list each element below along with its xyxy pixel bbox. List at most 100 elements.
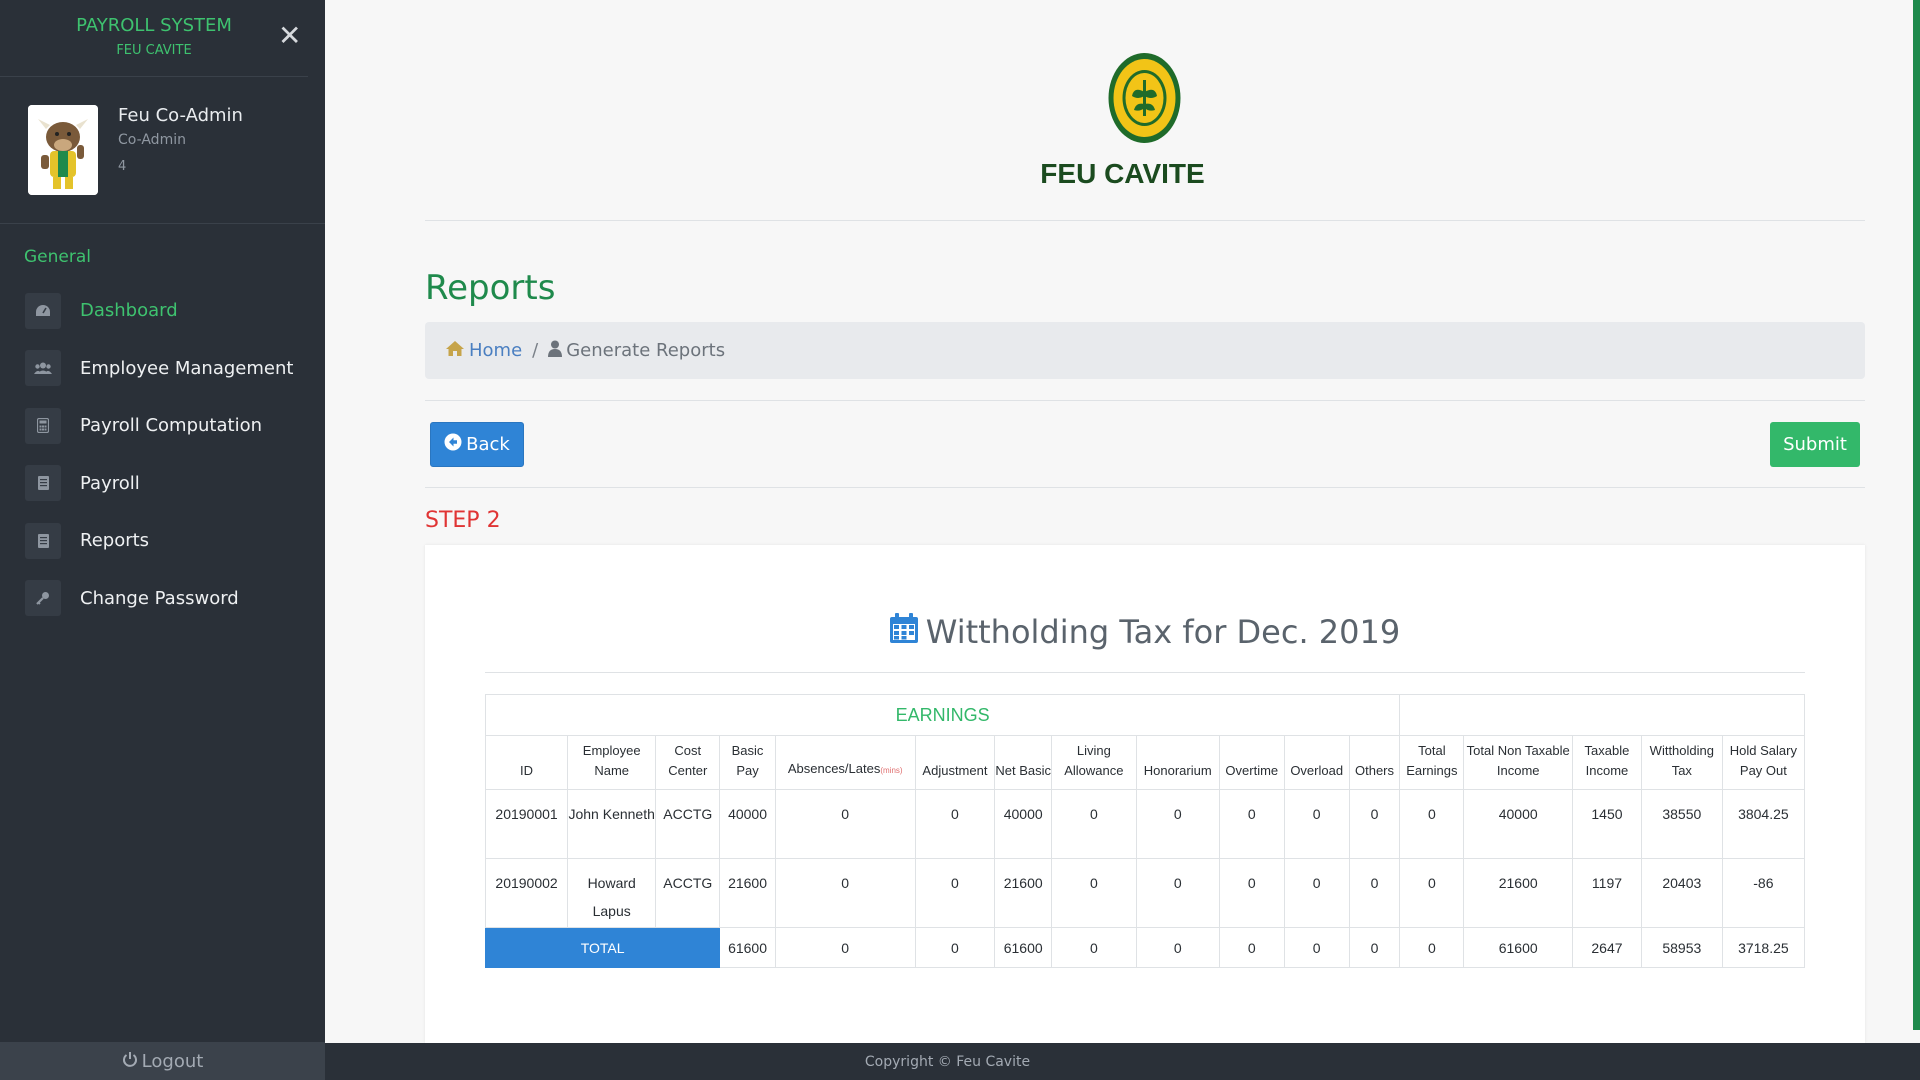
divider bbox=[425, 487, 1865, 488]
column-header: Overload bbox=[1283, 735, 1350, 790]
total-cell: 0 bbox=[1348, 927, 1401, 968]
column-header: Total Non Taxable Income bbox=[1463, 735, 1574, 790]
key-icon bbox=[25, 580, 61, 617]
column-header: Hold Salary Pay Out bbox=[1721, 735, 1806, 790]
table-cell: 0 bbox=[774, 789, 916, 859]
table-cell: 20403 bbox=[1640, 858, 1723, 928]
table-header-row: ID Employee Name Cost Center Basic Pay A… bbox=[484, 735, 1806, 790]
table-cell: 21600 bbox=[994, 858, 1053, 928]
column-header: Overtime bbox=[1218, 735, 1285, 790]
sidebar-item-payroll-computation[interactable]: Payroll Computation bbox=[0, 397, 325, 455]
table-cell: 0 bbox=[1399, 858, 1465, 928]
table-cell: 0 bbox=[1218, 789, 1285, 859]
close-icon[interactable]: ✕ bbox=[278, 22, 301, 50]
table-cell: 0 bbox=[1135, 789, 1220, 859]
users-icon bbox=[25, 350, 61, 387]
table-cell: 21600 bbox=[719, 858, 776, 928]
total-cell: 0 bbox=[1399, 927, 1465, 968]
column-header: ID bbox=[484, 735, 569, 790]
table-cell: 1450 bbox=[1572, 789, 1642, 859]
table-row: 20190002 Howard Lapus ACCTG 21600 0 0 21… bbox=[484, 858, 1806, 928]
footer: Copyright © Feu Cavite bbox=[325, 1043, 1920, 1080]
user-id: 4 bbox=[118, 159, 127, 174]
table-cell: 0 bbox=[1051, 858, 1137, 928]
sidebar-item-payroll[interactable]: Payroll bbox=[0, 455, 325, 513]
total-cell: 0 bbox=[1218, 927, 1285, 968]
total-cell: 61600 bbox=[1463, 927, 1574, 968]
mins-note: (mins) bbox=[880, 766, 903, 775]
total-cell: 0 bbox=[1135, 927, 1220, 968]
empty-group-header bbox=[1399, 694, 1805, 736]
sidebar-nav: Dashboard Employee Management Payroll Co… bbox=[0, 282, 325, 627]
column-header: Total Earnings bbox=[1399, 735, 1465, 790]
scrollbar[interactable] bbox=[1913, 0, 1920, 1030]
earnings-group-header: EARNINGS bbox=[484, 694, 1401, 736]
column-header: Basic Pay bbox=[719, 735, 776, 790]
total-row: TOTAL 61600 0 0 61600 0 0 0 0 0 0 61600 … bbox=[484, 927, 1806, 968]
user-panel: Feu Co-Admin Co-Admin 4 bbox=[0, 77, 325, 224]
table-cell: 40000 bbox=[719, 789, 776, 859]
sidebar-item-label: Employee Management bbox=[80, 357, 294, 379]
sidebar-item-reports[interactable]: Reports bbox=[0, 512, 325, 570]
total-cell: 0 bbox=[914, 927, 996, 968]
document-icon bbox=[25, 522, 61, 559]
total-cell: 0 bbox=[774, 927, 916, 968]
page-title: Reports bbox=[425, 268, 556, 308]
arrow-left-circle-icon bbox=[444, 433, 462, 456]
column-header: Net Basic bbox=[994, 735, 1053, 790]
column-header-label: Absences/Lates bbox=[787, 761, 881, 776]
logout-button[interactable]: Logout bbox=[0, 1042, 325, 1080]
report-title-text: Wittholding Tax for Dec. 2019 bbox=[925, 613, 1401, 651]
user-role: Co-Admin bbox=[118, 132, 186, 148]
sidebar-item-employee-management[interactable]: Employee Management bbox=[0, 340, 325, 398]
column-header: Others bbox=[1348, 735, 1401, 790]
table-cell: 0 bbox=[774, 858, 916, 928]
sidebar-item-label: Dashboard bbox=[80, 300, 178, 322]
report-table: EARNINGS ID Employee Name Cost Center Ba… bbox=[484, 694, 1806, 968]
divider bbox=[425, 400, 1865, 401]
table-cell: 21600 bbox=[1463, 858, 1574, 928]
report-card: Wittholding Tax for Dec. 2019 EARNINGS I… bbox=[425, 545, 1865, 1043]
column-header: Cost Center bbox=[655, 735, 721, 790]
column-header: Employee Name bbox=[567, 735, 657, 790]
copyright-text: Copyright © Feu Cavite bbox=[864, 1053, 1031, 1070]
breadcrumb-home-label: Home bbox=[469, 340, 523, 361]
dashboard-icon bbox=[25, 292, 61, 329]
report-title: Wittholding Tax for Dec. 2019 bbox=[425, 613, 1865, 651]
submit-button[interactable]: Submit bbox=[1770, 422, 1860, 467]
back-label: Back bbox=[466, 434, 510, 455]
table-cell: 0 bbox=[914, 789, 996, 859]
divider bbox=[425, 220, 1865, 221]
table-cell: 0 bbox=[1348, 789, 1401, 859]
home-icon bbox=[445, 340, 465, 362]
table-cell: 0 bbox=[1399, 789, 1465, 859]
power-icon bbox=[122, 1051, 138, 1072]
breadcrumb-home-link[interactable]: Home bbox=[445, 340, 522, 362]
column-header: Living Allowance bbox=[1051, 735, 1137, 790]
table-cell: 0 bbox=[1283, 789, 1350, 859]
total-cell: 0 bbox=[1051, 927, 1137, 968]
calculator-icon bbox=[25, 407, 61, 444]
total-cell: 61600 bbox=[994, 927, 1053, 968]
breadcrumb: Home / Generate Reports bbox=[425, 322, 1865, 379]
table-cell: 40000 bbox=[1463, 789, 1574, 859]
sidebar-item-label: Reports bbox=[80, 530, 150, 552]
table-cell: 0 bbox=[1135, 858, 1220, 928]
user-name: Feu Co-Admin bbox=[118, 105, 243, 126]
feu-cavite-logo bbox=[1108, 52, 1181, 144]
sidebar-item-label: Payroll bbox=[80, 472, 140, 494]
table-cell: 20190002 bbox=[484, 858, 569, 928]
logout-label: Logout bbox=[141, 1050, 204, 1072]
sidebar-brand: PAYROLL SYSTEM FEU CAVITE bbox=[0, 0, 308, 77]
sidebar-item-label: Change Password bbox=[80, 587, 239, 609]
sidebar-item-change-password[interactable]: Change Password bbox=[0, 570, 325, 628]
table-cell: 40000 bbox=[994, 789, 1053, 859]
table-row: 20190001 John Kenneth ACCTG 40000 0 0 40… bbox=[484, 789, 1806, 859]
column-header: Honorarium bbox=[1135, 735, 1220, 790]
back-button[interactable]: Back bbox=[430, 422, 524, 467]
user-icon bbox=[548, 340, 563, 362]
sidebar-item-dashboard[interactable]: Dashboard bbox=[0, 282, 325, 340]
app-title: PAYROLL SYSTEM bbox=[76, 15, 232, 36]
table-cell: 20190001 bbox=[484, 789, 569, 859]
app-subtitle: FEU CAVITE bbox=[116, 43, 192, 58]
